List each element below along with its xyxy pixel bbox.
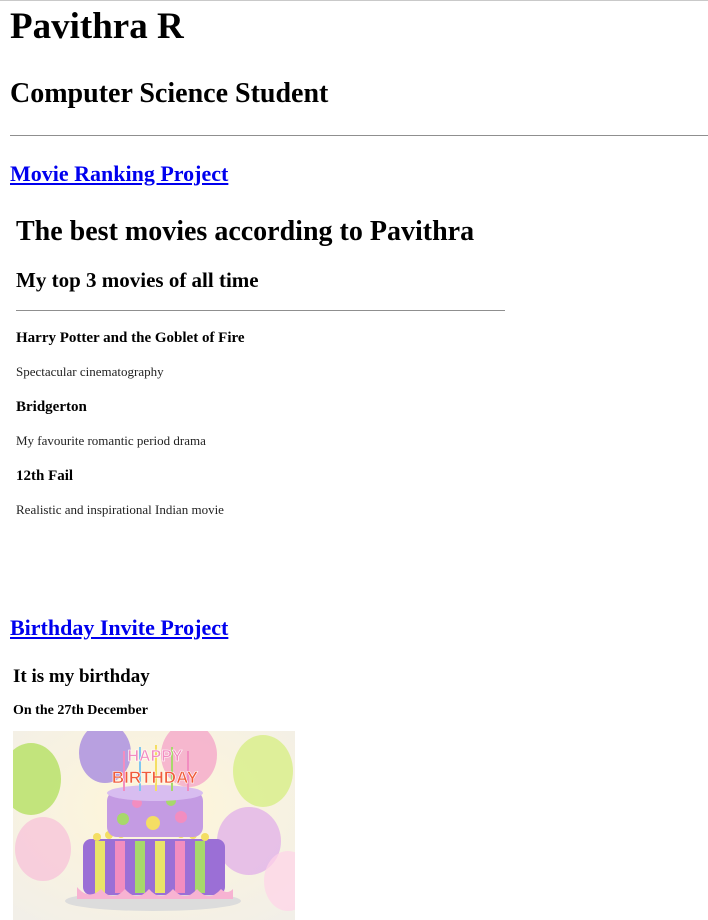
movie-page-title: The best movies according to Pavithra bbox=[16, 216, 475, 247]
birthday-title: It is my birthday bbox=[13, 666, 150, 687]
movie-description: My favourite romantic period drama bbox=[16, 433, 206, 448]
movie-title: Harry Potter and the Goblet of Fire bbox=[16, 330, 245, 346]
birthday-cake-image: HAPPY BIRTHDAY bbox=[13, 731, 295, 920]
movie-description: Spectacular cinematography bbox=[16, 364, 164, 379]
page-title: Pavithra R bbox=[10, 6, 184, 47]
movie-divider bbox=[16, 310, 505, 311]
movie-ranking-project-link[interactable]: Movie Ranking Project bbox=[10, 161, 228, 186]
cake-banner-top: HAPPY bbox=[127, 748, 182, 765]
birthday-invite-project-link[interactable]: Birthday Invite Project bbox=[10, 615, 228, 640]
movie-title: 12th Fail bbox=[16, 468, 74, 484]
cake-banner-bottom: BIRTHDAY bbox=[112, 768, 199, 787]
birthday-invite-embed: It is my birthday On the 27th December H… bbox=[13, 665, 313, 920]
birthday-date: On the 27th December bbox=[13, 703, 148, 718]
movie-page-subtitle: My top 3 movies of all time bbox=[16, 268, 259, 292]
page-subtitle: Computer Science Student bbox=[10, 78, 329, 109]
page: Pavithra R Computer Science Student Movi… bbox=[0, 0, 708, 920]
divider bbox=[10, 135, 708, 136]
movie-title: Bridgerton bbox=[16, 399, 87, 415]
movie-description: Realistic and inspirational Indian movie bbox=[16, 502, 224, 517]
movie-ranking-embed: The best movies according to Pavithra My… bbox=[16, 213, 506, 543]
